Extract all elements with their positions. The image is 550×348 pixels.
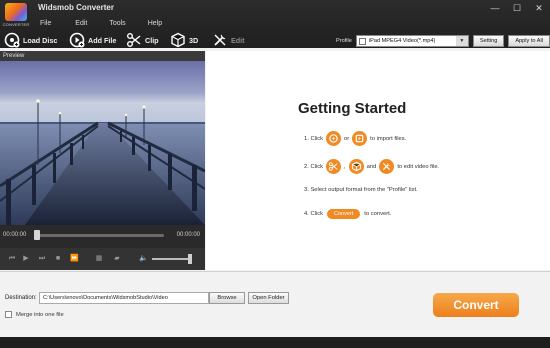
apply-to-all-button[interactable]: Apply to All (508, 35, 550, 47)
logo-text: CONVERTER (2, 22, 30, 27)
menu-help[interactable]: Help (148, 20, 162, 27)
total-time: 00:00:00 (176, 232, 200, 238)
volume-fill (152, 258, 188, 260)
destination-path-field[interactable]: C:\Users\enovo\Documents\WidsmobStudio\V… (39, 292, 209, 304)
open-folder-button[interactable]: Open Folder (248, 292, 289, 304)
current-time: 00:00:00 (3, 232, 27, 238)
app-window: CONVERTER Widsmob Converter — ☐ ✕ File E… (0, 0, 550, 348)
status-bar (0, 337, 550, 348)
profile-area: Profile iPad MPEG4 Video(*.mp4) ▼ Settin… (336, 34, 550, 48)
seek-handle[interactable] (34, 230, 40, 240)
preview-header: Preview (0, 51, 205, 61)
load-disc-step-icon[interactable] (326, 131, 342, 146)
add-file-button[interactable]: Add File (69, 30, 116, 50)
step-1-prefix: 1. Click (304, 135, 324, 142)
convert-button[interactable]: Convert (433, 293, 519, 317)
step-3: 3. Select output format from the "Profil… (304, 187, 418, 193)
merge-label: Merge into one file (16, 311, 64, 318)
step-4-suffix: to convert. (364, 211, 392, 217)
merge-option[interactable]: Merge into one file (5, 311, 64, 318)
3d-button[interactable]: 3D (170, 30, 198, 50)
getting-started-title: Getting Started (298, 100, 407, 117)
menu-tools[interactable]: Tools (109, 20, 125, 27)
add-file-label: Add File (88, 35, 117, 45)
scissors-icon (127, 33, 141, 47)
maximize-icon[interactable]: ☐ (512, 3, 522, 14)
volume-handle[interactable] (188, 254, 192, 264)
snapshot-icon[interactable]: ▦ (95, 255, 103, 263)
volume-slider[interactable] (152, 258, 192, 260)
browse-button[interactable]: Browse (209, 292, 245, 304)
window-title: Widsmob Converter (38, 3, 114, 12)
chevron-down-icon: ▼ (455, 36, 468, 46)
fast-forward-icon[interactable]: ⏩ (70, 255, 79, 263)
app-logo: CONVERTER (2, 1, 30, 31)
folder-icon[interactable]: ▰ (113, 255, 121, 263)
next-frame-icon[interactable]: ⏭ (38, 255, 46, 263)
step-2-suffix: to edit video file. (397, 163, 440, 170)
merge-checkbox[interactable] (5, 311, 12, 318)
title-bar: CONVERTER Widsmob Converter — ☐ ✕ File E… (0, 0, 550, 48)
disc-icon (4, 32, 20, 48)
step-1: 1. Click or to import files. (304, 131, 406, 146)
edit-button[interactable]: Edit (212, 30, 245, 50)
edit-tools-icon (214, 34, 226, 46)
clip-step-icon[interactable] (326, 159, 342, 174)
load-disc-button[interactable]: Load Disc (4, 30, 57, 50)
profile-select[interactable]: iPad MPEG4 Video(*.mp4) ▼ (355, 35, 469, 47)
step-4-prefix: 4. Click (304, 211, 324, 217)
clip-button[interactable]: Clip (126, 30, 159, 50)
seek-slider[interactable] (36, 234, 164, 237)
preview-video (0, 61, 205, 225)
step-4: 4. Click Convert to convert. (304, 209, 391, 219)
play-icon[interactable]: ▶ (22, 255, 30, 263)
edit-step-icon[interactable] (379, 159, 395, 174)
profile-format-icon (358, 37, 366, 45)
logo-icon (5, 3, 27, 21)
3d-label: 3D (189, 35, 199, 45)
output-settings: Destination: C:\Users\enovo\Documents\Wi… (0, 271, 550, 337)
profile-selected-value: iPad MPEG4 Video(*.mp4) (368, 38, 436, 44)
step-1-or: or (344, 135, 350, 142)
menu-bar: File Edit Tools Help (40, 20, 184, 27)
profile-label: Profile (336, 38, 352, 44)
playback-controls: ⏮ ▶ ⏭ ■ ⏩ ▦ ▰ 🔈 (0, 248, 205, 270)
close-icon[interactable]: ✕ (534, 3, 544, 14)
add-file-step-icon[interactable] (352, 131, 368, 146)
minimize-icon[interactable]: — (490, 3, 500, 14)
getting-started-panel: Getting Started 1. Click or to import fi… (206, 51, 550, 270)
window-controls: — ☐ ✕ (490, 3, 544, 14)
preview-image (0, 61, 205, 225)
clip-label: Clip (145, 35, 159, 45)
3d-cube-icon (171, 32, 185, 48)
step-2-and: and (366, 163, 377, 170)
step-2-comma: , (344, 163, 346, 170)
step-2-prefix: 2. Click (304, 163, 324, 170)
step-3-text: 3. Select output format from the "Profil… (304, 187, 418, 193)
convert-step-button[interactable]: Convert (327, 209, 361, 219)
volume-icon[interactable]: 🔈 (139, 255, 148, 263)
edit-label: Edit (231, 35, 245, 45)
menu-edit[interactable]: Edit (75, 20, 87, 27)
setting-button[interactable]: Setting (472, 35, 505, 47)
3d-step-icon[interactable] (348, 159, 364, 174)
playback-time-bar: 00:00:00 00:00:00 (0, 225, 205, 248)
previous-frame-icon[interactable]: ⏮ (8, 255, 16, 263)
menu-file[interactable]: File (40, 20, 51, 27)
destination-label: Destination: (5, 295, 37, 301)
load-disc-label: Load Disc (23, 35, 58, 45)
stop-icon[interactable]: ■ (54, 255, 62, 263)
step-1-suffix: to import files. (370, 135, 407, 142)
add-file-icon (69, 32, 85, 48)
step-2: 2. Click , and to edit video file. (304, 159, 439, 174)
